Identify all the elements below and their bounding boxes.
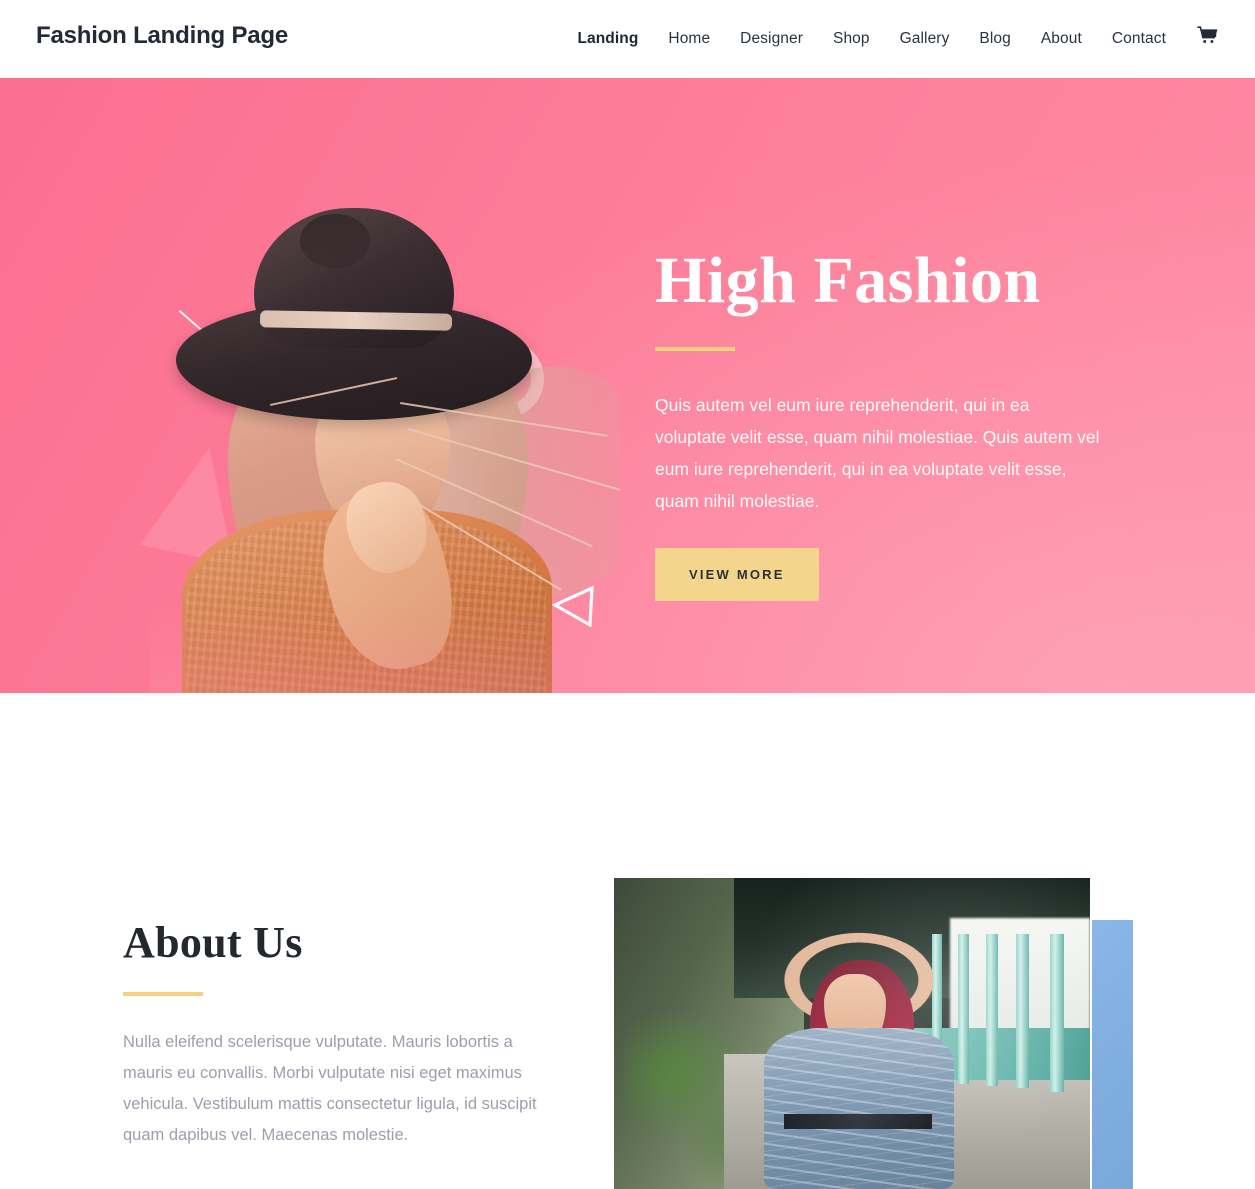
site-header: Fashion Landing Page Landing Home Design… — [0, 0, 1255, 78]
hero-paragraph: Quis autem vel eum iure reprehenderit, q… — [655, 395, 1100, 511]
nav-item-landing[interactable]: Landing — [562, 30, 653, 48]
nav-item-designer[interactable]: Designer — [725, 30, 818, 48]
about-divider — [123, 992, 203, 996]
nav-item-home[interactable]: Home — [653, 30, 725, 48]
nav-item-gallery[interactable]: Gallery — [885, 30, 965, 48]
site-brand[interactable]: Fashion Landing Page — [36, 22, 288, 50]
nav-item-contact[interactable]: Contact — [1097, 30, 1181, 48]
nav-item-blog[interactable]: Blog — [964, 30, 1025, 48]
about-accent-block — [1092, 920, 1133, 1189]
about-image-light-overlay — [614, 878, 1090, 1189]
cart-button[interactable] — [1181, 26, 1219, 51]
about-paragraph: Nulla eleifend scelerisque vulputate. Ma… — [123, 1033, 537, 1144]
main-navigation: Landing Home Designer Shop Gallery Blog … — [562, 26, 1219, 51]
hero-model-image — [150, 190, 620, 693]
about-image — [614, 878, 1090, 1189]
hero-section: High Fashion Quis autem vel eum iure rep… — [0, 78, 1255, 693]
nav-item-shop[interactable]: Shop — [818, 30, 885, 48]
hero-title: High Fashion — [655, 244, 1041, 317]
about-title: About Us — [123, 918, 303, 967]
hero-image-fade — [150, 190, 620, 693]
nav-item-about[interactable]: About — [1026, 30, 1097, 48]
view-more-button[interactable]: VIEW MORE — [655, 548, 819, 601]
about-section: About Us Nulla eleifend scelerisque vulp… — [0, 693, 1255, 1189]
hero-copy: High Fashion Quis autem vel eum iure rep… — [655, 248, 1125, 601]
shopping-cart-icon — [1197, 26, 1219, 51]
about-copy: About Us Nulla eleifend scelerisque vulp… — [123, 921, 553, 1151]
hero-divider — [655, 347, 735, 351]
